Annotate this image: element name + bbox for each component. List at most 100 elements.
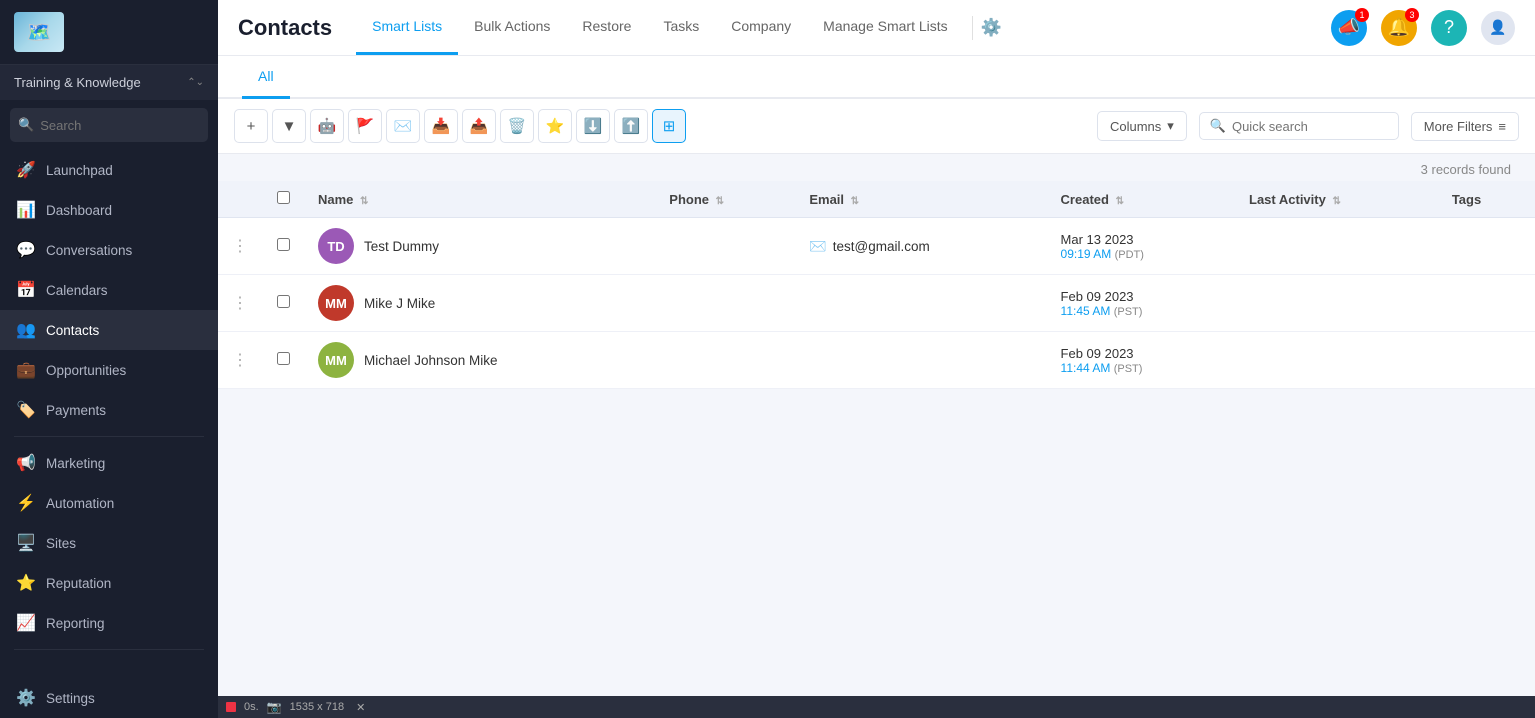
row-last-activity-cell	[1235, 218, 1438, 275]
select-all-checkbox[interactable]	[277, 191, 290, 204]
sidebar-item-launchpad[interactable]: 🚀 Launchpad	[0, 150, 218, 190]
sidebar-knowledge-selector[interactable]: Training & Knowledge ⌃⌄	[0, 65, 218, 100]
notification-badge: 3	[1405, 8, 1419, 22]
created-date: Feb 09 2023	[1061, 346, 1221, 361]
row-checkbox[interactable]	[277, 238, 290, 251]
email-sort-icon[interactable]: ⇅	[851, 196, 859, 207]
sidebar-item-automation[interactable]: ⚡ Automation	[0, 483, 218, 523]
phone-sort-icon[interactable]: ⇅	[716, 196, 724, 207]
row-name-cell[interactable]: TD Test Dummy	[304, 218, 655, 275]
th-created: Created ⇅	[1047, 181, 1235, 218]
quick-search-container: 🔍	[1199, 112, 1399, 140]
row-created-cell: Feb 09 2023 11:45 AM (PST)	[1047, 275, 1235, 332]
import-button[interactable]: 📥	[424, 109, 458, 143]
row-checkbox-cell	[263, 275, 304, 332]
upload-button[interactable]: ⬆️	[614, 109, 648, 143]
notification-button[interactable]: 🔔 3	[1381, 10, 1417, 46]
table-row: ⋮ MM Michael Johnson Mike Feb 09 2023 11…	[218, 332, 1535, 389]
grid-button[interactable]: ⊞	[652, 109, 686, 143]
th-actions	[218, 181, 263, 218]
table-row: ⋮ MM Mike J Mike Feb 09 2023 11:45 AM (P…	[218, 275, 1535, 332]
sidebar-item-contacts-label: Contacts	[46, 323, 99, 338]
tab-divider	[972, 16, 973, 40]
main-content: Contacts Smart ListsBulk ActionsRestoreT…	[218, 0, 1535, 718]
sidebar-item-sites[interactable]: 🖥️ Sites	[0, 523, 218, 563]
last-activity-sort-icon[interactable]: ⇅	[1332, 196, 1340, 207]
bot-button[interactable]: 🤖	[310, 109, 344, 143]
row-menu-icon[interactable]: ⋮	[232, 238, 249, 255]
contact-avatar: MM	[318, 342, 354, 378]
created-sort-icon[interactable]: ⇅	[1116, 196, 1124, 207]
tab-company[interactable]: Company	[715, 0, 807, 55]
row-menu-icon[interactable]: ⋮	[232, 295, 249, 312]
tab-restore[interactable]: Restore	[566, 0, 647, 55]
user-avatar[interactable]: 👤	[1481, 11, 1515, 45]
settings-gear-icon[interactable]: ⚙️	[981, 18, 1002, 38]
sidebar-item-opportunities[interactable]: 💼 Opportunities	[0, 350, 218, 390]
toolbar: + ▼ 🤖 🚩 ✉️ 📥 📤 🗑️ ⭐ ⬇️ ⬆️ ⊞ Columns ▾ 🔍 …	[218, 99, 1535, 154]
sidebar-search-container: 🔍 ctrl K +	[10, 108, 208, 142]
th-phone: Phone ⇅	[655, 181, 795, 218]
topbar-left: Contacts Smart ListsBulk ActionsRestoreT…	[238, 0, 1002, 55]
contact-avatar: MM	[318, 285, 354, 321]
sidebar-item-reporting[interactable]: 📈 Reporting	[0, 603, 218, 643]
table-row: ⋮ TD Test Dummy ✉️test@gmail.com Mar 13 …	[218, 218, 1535, 275]
row-name-cell[interactable]: MM Michael Johnson Mike	[304, 332, 655, 389]
th-checkbox	[263, 181, 304, 218]
more-filters-label: More Filters	[1424, 119, 1493, 134]
table-header-row: Name ⇅ Phone ⇅ Email ⇅ Created	[218, 181, 1535, 218]
tab-manage-smart-lists[interactable]: Manage Smart Lists	[807, 0, 964, 55]
settings-icon: ⚙️	[16, 688, 36, 708]
filter-tabs: All	[242, 56, 1511, 97]
sidebar-item-opportunities-label: Opportunities	[46, 363, 126, 378]
row-email-cell: ✉️test@gmail.com	[795, 218, 1046, 275]
row-name-cell[interactable]: MM Mike J Mike	[304, 275, 655, 332]
automation-icon: ⚡	[16, 493, 36, 513]
content-area: All + ▼ 🤖 🚩 ✉️ 📥 📤 🗑️ ⭐ ⬇️ ⬆️ ⊞ Columns …	[218, 56, 1535, 696]
announcement-button[interactable]: 📣 1	[1331, 10, 1367, 46]
sidebar-item-contacts[interactable]: 👥 Contacts	[0, 310, 218, 350]
dimensions: 1535 x 718	[290, 701, 344, 713]
tab-tasks[interactable]: Tasks	[647, 0, 715, 55]
page-tabs: Smart ListsBulk ActionsRestoreTasksCompa…	[356, 0, 1002, 55]
email-button[interactable]: ✉️	[386, 109, 420, 143]
tab-bulk-actions[interactable]: Bulk Actions	[458, 0, 566, 55]
row-email-cell	[795, 275, 1046, 332]
sidebar-item-dashboard[interactable]: 📊 Dashboard	[0, 190, 218, 230]
sidebar-item-dashboard-label: Dashboard	[46, 203, 112, 218]
tab-smart-lists[interactable]: Smart Lists	[356, 0, 458, 55]
export-button[interactable]: 📤	[462, 109, 496, 143]
star-button[interactable]: ⭐	[538, 109, 572, 143]
sidebar-item-reporting-label: Reporting	[46, 616, 105, 631]
name-sort-icon[interactable]: ⇅	[360, 196, 368, 207]
sidebar-item-sites-label: Sites	[46, 536, 76, 551]
row-checkbox[interactable]	[277, 295, 290, 308]
conversations-icon: 💬	[16, 240, 36, 260]
columns-button[interactable]: Columns ▾	[1097, 111, 1187, 141]
search-input[interactable]	[40, 118, 216, 133]
sidebar-item-marketing[interactable]: 📢 Marketing	[0, 443, 218, 483]
row-checkbox-cell	[263, 218, 304, 275]
row-menu-icon[interactable]: ⋮	[232, 352, 249, 369]
sidebar-item-automation-label: Automation	[46, 496, 114, 511]
delete-button[interactable]: 🗑️	[500, 109, 534, 143]
row-last-activity-cell	[1235, 332, 1438, 389]
download-button[interactable]: ⬇️	[576, 109, 610, 143]
launchpad-icon: 🚀	[16, 160, 36, 180]
row-checkbox[interactable]	[277, 352, 290, 365]
filter-button[interactable]: ▼	[272, 109, 306, 143]
sidebar-item-settings[interactable]: ⚙️ Settings	[0, 678, 218, 718]
quick-search-input[interactable]	[1232, 119, 1388, 134]
help-button[interactable]: ?	[1431, 10, 1467, 46]
sidebar-item-calendars[interactable]: 📅 Calendars	[0, 270, 218, 310]
sidebar-item-conversations[interactable]: 💬 Conversations	[0, 230, 218, 270]
add-contact-button[interactable]: +	[234, 109, 268, 143]
sidebar-item-reputation[interactable]: ⭐ Reputation	[0, 563, 218, 603]
more-filters-button[interactable]: More Filters ≡	[1411, 112, 1519, 141]
flag-button[interactable]: 🚩	[348, 109, 382, 143]
contact-avatar: TD	[318, 228, 354, 264]
sidebar-item-label: Settings	[46, 691, 95, 706]
sidebar-item-payments[interactable]: 🏷️ Payments	[0, 390, 218, 430]
close-button[interactable]: ✕	[356, 701, 365, 714]
filter-tab-all[interactable]: All	[242, 56, 290, 99]
